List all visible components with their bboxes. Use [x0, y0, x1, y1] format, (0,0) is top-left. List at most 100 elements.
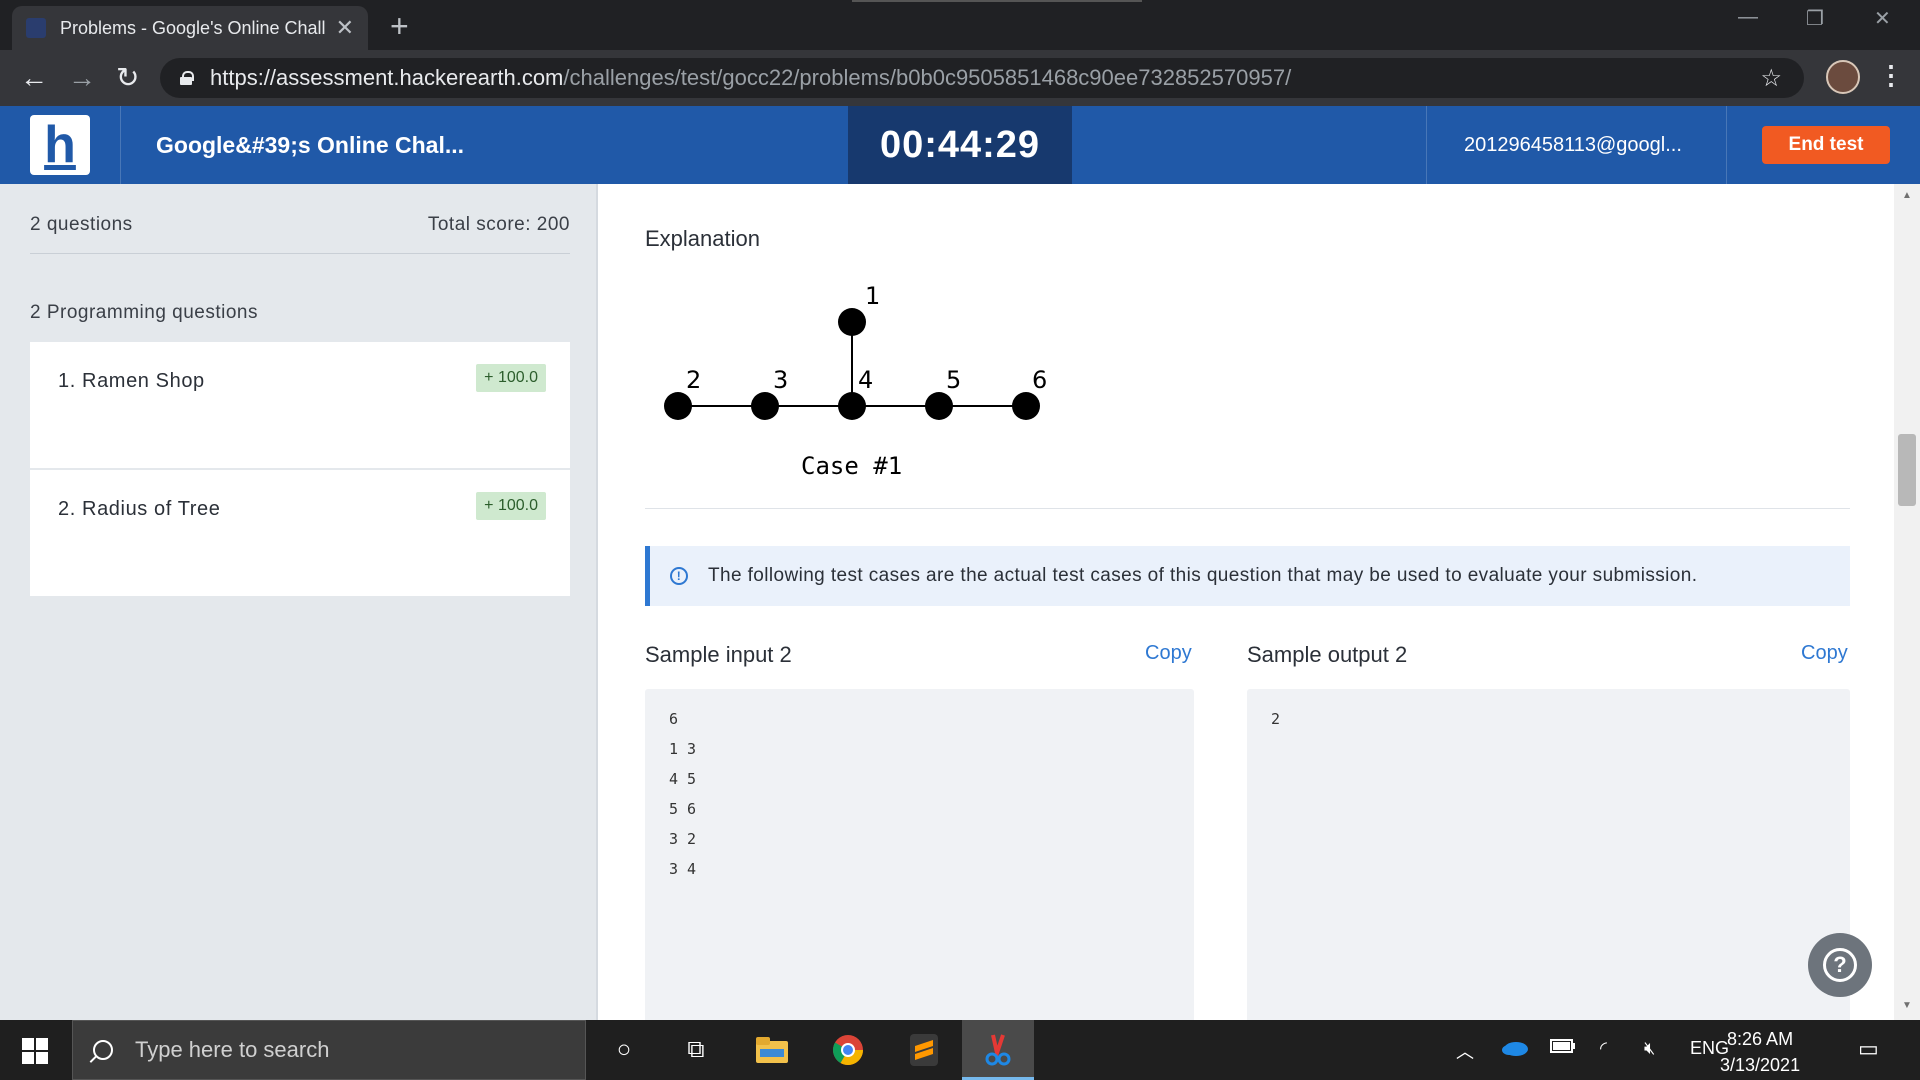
search-icon — [93, 1040, 113, 1060]
show-hidden-icons-icon[interactable]: ︿ — [1456, 1038, 1474, 1064]
browser-menu-icon[interactable]: ⋮ — [1878, 60, 1904, 91]
notifications-icon[interactable]: ▭ — [1858, 1036, 1879, 1062]
logo-letter: h — [44, 116, 76, 174]
tree-node-3 — [751, 392, 779, 420]
task-view-icon[interactable]: ⧉ — [676, 1030, 716, 1070]
chrome-icon[interactable] — [828, 1030, 868, 1070]
question-mark-icon: ? — [1823, 948, 1857, 982]
scroll-up-icon[interactable]: ▲ — [1902, 190, 1912, 201]
tree-node-2 — [664, 392, 692, 420]
end-test-button[interactable]: End test — [1762, 126, 1890, 164]
wifi-icon[interactable]: ◜ — [1600, 1038, 1607, 1059]
clock-date: 3/13/2021 — [1720, 1055, 1801, 1075]
explanation-heading: Explanation — [645, 226, 760, 251]
copy-sample-input-button[interactable]: Copy — [1145, 642, 1192, 665]
question-score-badge: + 100.0 — [476, 364, 546, 392]
question-item-radius-of-tree[interactable]: 2. Radius of Tree + 100.0 — [30, 470, 570, 597]
code-line: 1 3 — [669, 740, 697, 758]
back-arrow-icon[interactable]: ← — [20, 62, 48, 94]
node-label: 6 — [1032, 366, 1047, 394]
sample-input-heading: Sample input 2 — [645, 642, 792, 667]
minimize-window-icon[interactable]: — — [1738, 6, 1758, 29]
diagram-caption: Case #1 — [801, 452, 902, 480]
address-bar[interactable]: https://assessment.hackerearth.com/chall… — [160, 58, 1804, 98]
lock-icon — [180, 71, 194, 85]
sample-output-heading: Sample output 2 — [1247, 642, 1408, 667]
scroll-down-icon[interactable]: ▼ — [1902, 1000, 1912, 1011]
total-score: Total score: 200 — [427, 214, 570, 235]
node-label: 3 — [773, 366, 788, 394]
browser-tab[interactable]: Problems - Google's Online Chall ✕ — [12, 6, 368, 50]
tree-node-1 — [838, 308, 866, 336]
section-divider — [645, 508, 1850, 509]
close-tab-icon[interactable]: ✕ — [336, 15, 354, 41]
code-line: 3 2 — [669, 830, 697, 848]
cortana-icon[interactable]: ○ — [604, 1030, 644, 1070]
test-case-notice: ! The following test cases are the actua… — [645, 546, 1850, 606]
volume-muted-icon[interactable]: 🔇︎ — [1644, 1038, 1655, 1059]
info-icon: ! — [670, 567, 688, 585]
challenge-title: Google&#39;s Online Chal... — [156, 132, 465, 158]
tree-node-6 — [1012, 392, 1040, 420]
node-label: 2 — [686, 366, 701, 394]
reload-icon[interactable]: ↻ — [116, 62, 139, 94]
sublime-text-icon[interactable] — [904, 1030, 944, 1070]
new-tab-button[interactable]: + — [390, 8, 409, 45]
page-scrollbar[interactable]: ▲ ▼ — [1894, 184, 1920, 1020]
node-label: 1 — [865, 282, 880, 310]
header-divider — [1426, 106, 1427, 184]
url-path: /challenges/test/gocc22/problems/b0b0c95… — [563, 65, 1292, 90]
windows-taskbar: Type here to search ○ ⧉ ︿ ◜ 🔇︎ ENG 8:26 … — [0, 1020, 1920, 1080]
user-email[interactable]: 201296458113@googl... — [1464, 134, 1682, 157]
browser-tab-strip: Problems - Google's Online Chall ✕ + — ❐… — [0, 0, 1920, 50]
profile-avatar[interactable] — [1826, 60, 1860, 94]
header-divider — [1726, 106, 1727, 184]
hackerearth-logo[interactable]: h — [30, 115, 90, 175]
questions-count: 2 questions — [30, 214, 133, 235]
code-line: 4 5 — [669, 770, 697, 788]
copy-sample-output-button[interactable]: Copy — [1801, 642, 1848, 665]
help-button[interactable]: ? — [1808, 933, 1872, 997]
site-favicon-icon — [26, 18, 46, 38]
question-label: 1. Ramen Shop — [58, 370, 205, 392]
app-header: h Google&#39;s Online Chal... 00:44:29 2… — [0, 106, 1920, 184]
scrollbar-thumb[interactable] — [1898, 434, 1916, 506]
question-item-ramen-shop[interactable]: 1. Ramen Shop + 100.0 — [30, 342, 570, 469]
clock-time: 8:26 AM — [1727, 1029, 1794, 1049]
node-label: 4 — [858, 366, 873, 394]
sample-input-box[interactable]: 6 1 3 4 5 5 6 3 2 3 4 — [645, 689, 1194, 1029]
countdown-timer: 00:44:29 — [848, 106, 1072, 184]
code-line: 3 4 — [669, 860, 697, 878]
search-placeholder: Type here to search — [135, 1037, 330, 1062]
header-divider — [120, 106, 121, 184]
restore-window-icon[interactable]: ❐ — [1806, 6, 1824, 31]
tab-title: Problems - Google's Online Chall — [60, 17, 326, 38]
battery-icon[interactable] — [1550, 1038, 1576, 1059]
url-text: https://assessment.hackerearth.com/chall… — [210, 65, 1291, 91]
bookmark-star-icon[interactable]: ☆ — [1760, 64, 1782, 93]
tree-node-5 — [925, 392, 953, 420]
taskbar-search-box[interactable]: Type here to search — [72, 1020, 586, 1080]
close-window-icon[interactable]: ✕ — [1874, 6, 1891, 31]
browser-toolbar: ← → ↻ https://assessment.hackerearth.com… — [0, 50, 1920, 106]
questions-sidebar: 2 questions Total score: 200 2 Programmi… — [0, 184, 598, 1020]
forward-arrow-icon[interactable]: → — [68, 62, 96, 94]
section-label: 2 Programming questions — [30, 302, 258, 323]
node-label: 5 — [946, 366, 961, 394]
url-host: https://assessment.hackerearth.com — [210, 65, 564, 90]
tree-node-4 — [838, 392, 866, 420]
code-line: 5 6 — [669, 800, 697, 818]
notice-text: The following test cases are the actual … — [708, 565, 1698, 586]
code-line: 2 — [1271, 710, 1281, 728]
windows-start-icon[interactable] — [22, 1038, 48, 1064]
taskbar-clock[interactable]: 8:26 AM 3/13/2021 — [1720, 1026, 1800, 1078]
tree-diagram: 1 2 3 4 5 6 Case #1 — [664, 282, 1047, 480]
page-load-indicator — [852, 0, 1142, 2]
questions-summary: 2 questions Total score: 200 — [30, 214, 570, 254]
onedrive-icon[interactable] — [1500, 1038, 1528, 1061]
code-line: 6 — [669, 710, 679, 728]
sample-output-box[interactable]: 2 — [1247, 689, 1850, 1029]
snipping-tool-icon[interactable] — [978, 1030, 1018, 1070]
file-explorer-icon[interactable] — [752, 1030, 792, 1070]
question-label: 2. Radius of Tree — [58, 498, 221, 520]
